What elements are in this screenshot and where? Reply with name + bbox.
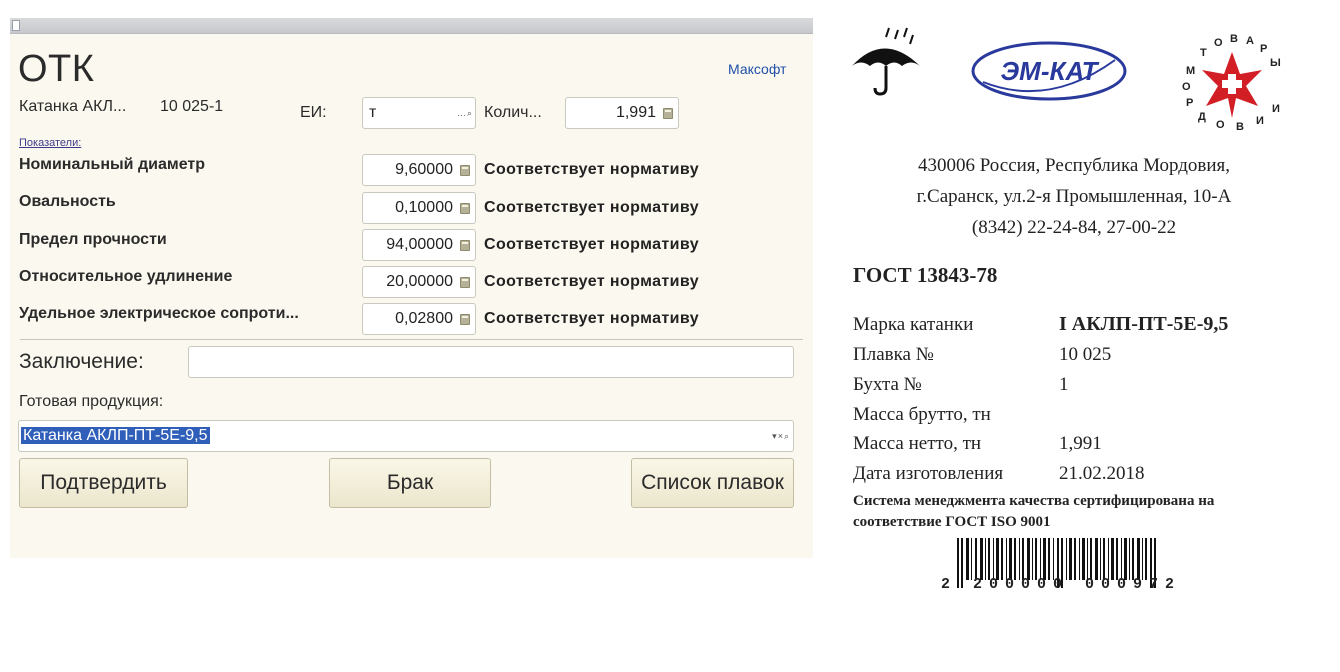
- dropdown-clear-search-icons[interactable]: ▾×⌕: [772, 421, 790, 451]
- indicator-name: Номинальный диаметр: [19, 156, 205, 173]
- conclusion-label: Заключение:: [19, 350, 144, 373]
- otk-form: ОТК Максофт Катанка АКЛ... 10 025-1 ЕИ: …: [10, 18, 813, 558]
- indicator-status: Соответствует нормативу: [484, 273, 700, 290]
- batch-list-button[interactable]: Список плавок: [631, 458, 794, 508]
- indicator-status: Соответствует нормативу: [484, 199, 700, 216]
- indicator-value-field[interactable]: 0,10000: [362, 192, 476, 224]
- umbrella-icon: [852, 27, 920, 96]
- indicator-value: 0,02800: [395, 310, 453, 327]
- qty-value: 1,991: [615, 104, 656, 121]
- form-title-bar: [10, 18, 813, 34]
- label-row-value: 1: [1059, 374, 1069, 395]
- indicator-value-field[interactable]: 94,00000: [362, 229, 476, 261]
- indicator-status: Соответствует нормативу: [484, 310, 700, 327]
- calculator-icon[interactable]: [460, 203, 470, 214]
- barcode-digits: 2 200000 000972: [941, 576, 1182, 593]
- product-short-name: Катанка АКЛ...: [19, 98, 127, 115]
- label-row-name: Плавка №: [853, 344, 934, 365]
- indicator-value: 94,00000: [386, 236, 453, 253]
- indicator-status: Соответствует нормативу: [484, 236, 700, 253]
- indicator-value-field[interactable]: 0,02800: [362, 303, 476, 335]
- address-line: (8342) 22-24-84, 27-00-22: [971, 217, 1177, 238]
- unit-label: ЕИ:: [300, 104, 327, 121]
- certification-line: соответствие ГОСТ ISO 9001: [853, 514, 1051, 530]
- unit-field[interactable]: т …⌕: [362, 97, 476, 129]
- label-row-value: 21.02.2018: [1059, 463, 1145, 484]
- indicators-label: Показатели:: [19, 137, 82, 149]
- indicator-name: Относительное удлинение: [19, 268, 233, 285]
- product-label: ЭМ-КАТ ТО В АРЫ М О РДО В ИИ 430006 Россия, Ре…: [843, 18, 1305, 638]
- label-row-name: Масса брутто, тн: [853, 404, 991, 425]
- label-row-name: Дата изготовления: [853, 463, 1004, 484]
- confirm-button[interactable]: Подтвердить: [19, 458, 188, 508]
- indicator-name: Овальность: [19, 193, 116, 210]
- indicator-value: 9,60000: [395, 161, 453, 178]
- company-logo-text: ЭМ-КАТ: [1000, 56, 1099, 86]
- indicator-status: Соответствует нормативу: [484, 161, 700, 178]
- calculator-icon[interactable]: [460, 277, 470, 288]
- company-logo: ЭМ-КАТ: [971, 41, 1127, 101]
- address-line: г.Саранск, ул.2-я Промышленная, 10-А: [916, 186, 1232, 207]
- qty-field[interactable]: 1,991: [565, 97, 679, 129]
- reject-button[interactable]: Брак: [329, 458, 491, 508]
- finished-product-label: Готовая продукция:: [19, 393, 164, 410]
- finished-product-field[interactable]: Катанка АКЛП-ПТ-5Е-9,5 ▾×⌕: [18, 420, 794, 452]
- divider: [20, 339, 803, 340]
- label-row-value: 1,991: [1059, 433, 1102, 454]
- address-line: 430006 Россия, Республика Мордовия,: [917, 155, 1231, 176]
- label-row-value: I АКЛП-ПТ-5Е-9,5: [1059, 313, 1229, 335]
- page-title: ОТК: [18, 48, 95, 90]
- calculator-icon[interactable]: [663, 108, 673, 119]
- label-row-name: Марка катанки: [853, 314, 974, 335]
- indicator-value: 0,10000: [395, 199, 453, 216]
- indicator-name: Предел прочности: [19, 231, 167, 248]
- unit-value: т: [369, 104, 377, 121]
- batch-code: 10 025-1: [160, 98, 224, 115]
- certification-line: Система менеджмента качества сертифициро…: [853, 493, 1215, 509]
- gost-standard: ГОСТ 13843-78: [853, 263, 998, 287]
- label-row-name: Бухта №: [853, 374, 922, 395]
- qty-label: Колич...: [484, 104, 542, 121]
- calculator-icon[interactable]: [460, 240, 470, 251]
- vendor-link[interactable]: Максофт: [728, 61, 786, 77]
- indicator-value-field[interactable]: 20,00000: [362, 266, 476, 298]
- search-icon[interactable]: …⌕: [457, 98, 473, 128]
- label-row-value: 10 025: [1059, 344, 1112, 365]
- conclusion-input[interactable]: [188, 346, 794, 378]
- window-corner-icon: [12, 20, 20, 31]
- indicator-value: 20,00000: [386, 273, 453, 290]
- regional-badge-icon: ТО В АРЫ М О РДО В ИИ: [1182, 33, 1281, 133]
- calculator-icon[interactable]: [460, 314, 470, 325]
- indicator-name: Удельное электрическое сопроти...: [19, 305, 299, 322]
- finished-product-value: Катанка АКЛП-ПТ-5Е-9,5: [21, 427, 210, 444]
- label-row-name: Масса нетто, тн: [853, 433, 982, 454]
- indicator-value-field[interactable]: 9,60000: [362, 154, 476, 186]
- calculator-icon[interactable]: [460, 165, 470, 176]
